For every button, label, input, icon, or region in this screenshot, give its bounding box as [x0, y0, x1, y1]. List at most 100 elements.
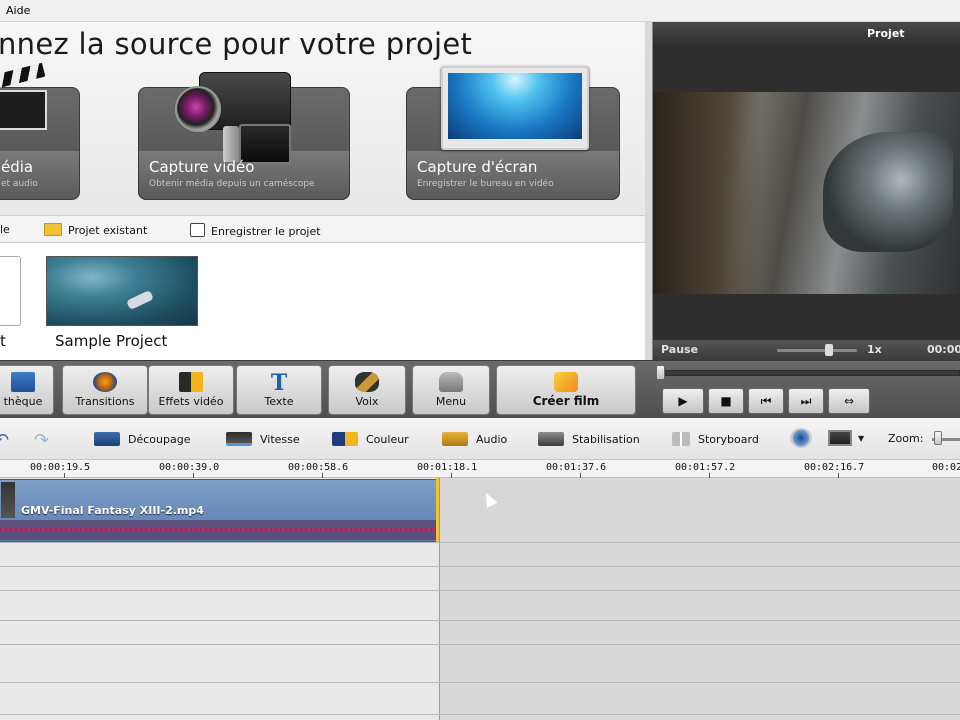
- seek-handle[interactable]: [656, 365, 665, 380]
- microphone-icon: [355, 372, 379, 392]
- preview-status-bar: Pause 1x 00:00: [653, 340, 960, 360]
- storyboard-toggle[interactable]: Storyboard: [672, 432, 759, 446]
- existing-project-link[interactable]: Projet existant: [44, 223, 147, 237]
- chevron-down-icon[interactable]: ▼: [858, 434, 864, 443]
- ruler-tick-label: 00:01:57.2: [675, 462, 736, 473]
- library-button[interactable]: thèque: [0, 365, 54, 415]
- trim-label: Découpage: [128, 433, 191, 446]
- seek-bar[interactable]: [660, 370, 960, 376]
- track-divider: [0, 620, 960, 621]
- edit-toolbar: ↶ ↷ Découpage Vitesse Couleur Audio Stab…: [0, 418, 960, 460]
- add-media-card[interactable]: édia et audio: [0, 62, 80, 200]
- card-label: Capture d'écran: [417, 158, 538, 176]
- zoom-label: Zoom:: [888, 432, 924, 445]
- mouse-cursor-icon: [480, 490, 498, 508]
- redo-icon[interactable]: ↷: [34, 430, 49, 451]
- menu-help[interactable]: Aide: [6, 4, 30, 17]
- timeline[interactable]: GMV-Final Fantasy XIII-2.mp4: [0, 478, 960, 720]
- clip-thumbnail: [1, 482, 15, 518]
- display-mode-icon[interactable]: [828, 430, 852, 446]
- blank-project-label: t: [0, 332, 6, 350]
- video-effects-label: Effets vidéo: [158, 395, 224, 408]
- stop-button[interactable]: ■: [708, 388, 744, 414]
- voice-label: Voix: [355, 395, 379, 408]
- letterbox-top: [653, 46, 960, 92]
- stabilization-label: Stabilisation: [572, 433, 640, 446]
- ruler-tick-label: 00:02: [932, 462, 960, 473]
- ruler-tick-label: 00:01:37.6: [546, 462, 607, 473]
- audio-button[interactable]: Audio: [442, 432, 507, 446]
- card-label: édia: [1, 158, 34, 176]
- video-clip[interactable]: GMV-Final Fantasy XIII-2.mp4: [0, 479, 438, 542]
- save-project-link[interactable]: Enregistrer le projet: [190, 223, 321, 238]
- source-title: nnez la source pour votre projet: [0, 27, 473, 61]
- time-ruler[interactable]: 00:00:19.5 00:00:39.0 00:00:58.6 00:01:1…: [0, 460, 960, 478]
- storyboard-icon: [672, 432, 690, 446]
- undo-icon[interactable]: ↶: [0, 430, 9, 451]
- volume-slider[interactable]: [777, 349, 857, 352]
- card-sub: Enregistrer le bureau en vidéo: [417, 179, 554, 189]
- create-movie-label: Créer film: [532, 394, 600, 408]
- color-label: Couleur: [366, 433, 409, 446]
- track-divider: [0, 566, 960, 567]
- storyboard-label: Storyboard: [698, 433, 759, 446]
- save-disk-icon: [190, 223, 205, 237]
- ruler-tick-label: 00:00:58.6: [288, 462, 349, 473]
- save-project-label: Enregistrer le projet: [211, 225, 321, 238]
- track-divider: [0, 714, 960, 715]
- disc-menu-icon: [439, 372, 463, 392]
- source-chooser: nnez la source pour votre projet édia et…: [0, 22, 645, 215]
- track-divider: [0, 542, 960, 543]
- main-toolbar: thèque Transitions Effets vidéo T Texte …: [0, 360, 960, 418]
- video-capture-card[interactable]: Capture vidéo Obtenir média depuis un ca…: [138, 72, 350, 200]
- card-label: Capture vidéo: [149, 158, 255, 176]
- playback-speed[interactable]: 1x: [867, 343, 882, 356]
- card-sub: Obtenir média depuis un caméscope: [149, 179, 315, 189]
- monitor-icon: [441, 66, 589, 150]
- voice-button[interactable]: Voix: [328, 365, 406, 415]
- speed-button[interactable]: Vitesse: [226, 432, 300, 446]
- menu-label: Menu: [435, 395, 467, 408]
- text-button[interactable]: T Texte: [236, 365, 322, 415]
- project-list: t Sample Project: [0, 243, 645, 360]
- sample-project-thumbnail[interactable]: [46, 256, 198, 326]
- folder-icon: [44, 223, 62, 236]
- playhead[interactable]: [436, 478, 439, 542]
- app-window: Aide nnez la source pour votre projet éd…: [0, 0, 960, 720]
- menu-bar: Aide: [0, 0, 960, 22]
- create-movie-icon: [554, 372, 578, 392]
- fullscreen-button[interactable]: ⇔: [828, 388, 870, 414]
- sample-project-label: Sample Project: [55, 332, 168, 350]
- speed-label: Vitesse: [260, 433, 300, 446]
- video-effects-button[interactable]: Effets vidéo: [148, 365, 234, 415]
- menu-button[interactable]: Menu: [412, 365, 490, 415]
- stabilization-button[interactable]: Stabilisation: [538, 432, 640, 446]
- play-button[interactable]: ▶: [662, 388, 704, 414]
- webcam-icon[interactable]: [790, 428, 812, 448]
- audio-label: Audio: [476, 433, 508, 446]
- blank-project-thumbnail[interactable]: [0, 256, 21, 326]
- zoom-handle[interactable]: [934, 431, 942, 445]
- existing-project-label: Projet existant: [68, 224, 148, 237]
- transitions-button[interactable]: Transitions: [62, 365, 148, 415]
- preview-title: Projet: [653, 22, 960, 46]
- text-icon: T: [270, 370, 288, 396]
- color-icon: [332, 432, 358, 446]
- speed-icon: [226, 432, 252, 446]
- track-divider: [0, 590, 960, 591]
- track-divider: [0, 644, 960, 645]
- video-preview[interactable]: [653, 92, 960, 294]
- ruler-tick-label: 00:01:18.1: [417, 462, 478, 473]
- next-frame-button[interactable]: ⏭: [788, 388, 824, 414]
- library-icon: [11, 372, 35, 392]
- screen-capture-card[interactable]: Capture d'écran Enregistrer le bureau en…: [406, 66, 620, 200]
- previous-frame-button[interactable]: ⏮: [748, 388, 784, 414]
- source-panel: nnez la source pour votre projet édia et…: [0, 22, 645, 360]
- stabilization-icon: [538, 432, 564, 446]
- trim-button[interactable]: Découpage: [94, 432, 190, 446]
- transitions-icon: [93, 372, 117, 392]
- volume-handle[interactable]: [825, 344, 833, 356]
- create-movie-button[interactable]: Créer film: [496, 365, 636, 415]
- new-project-link[interactable]: le: [0, 223, 10, 236]
- color-button[interactable]: Couleur: [332, 432, 409, 446]
